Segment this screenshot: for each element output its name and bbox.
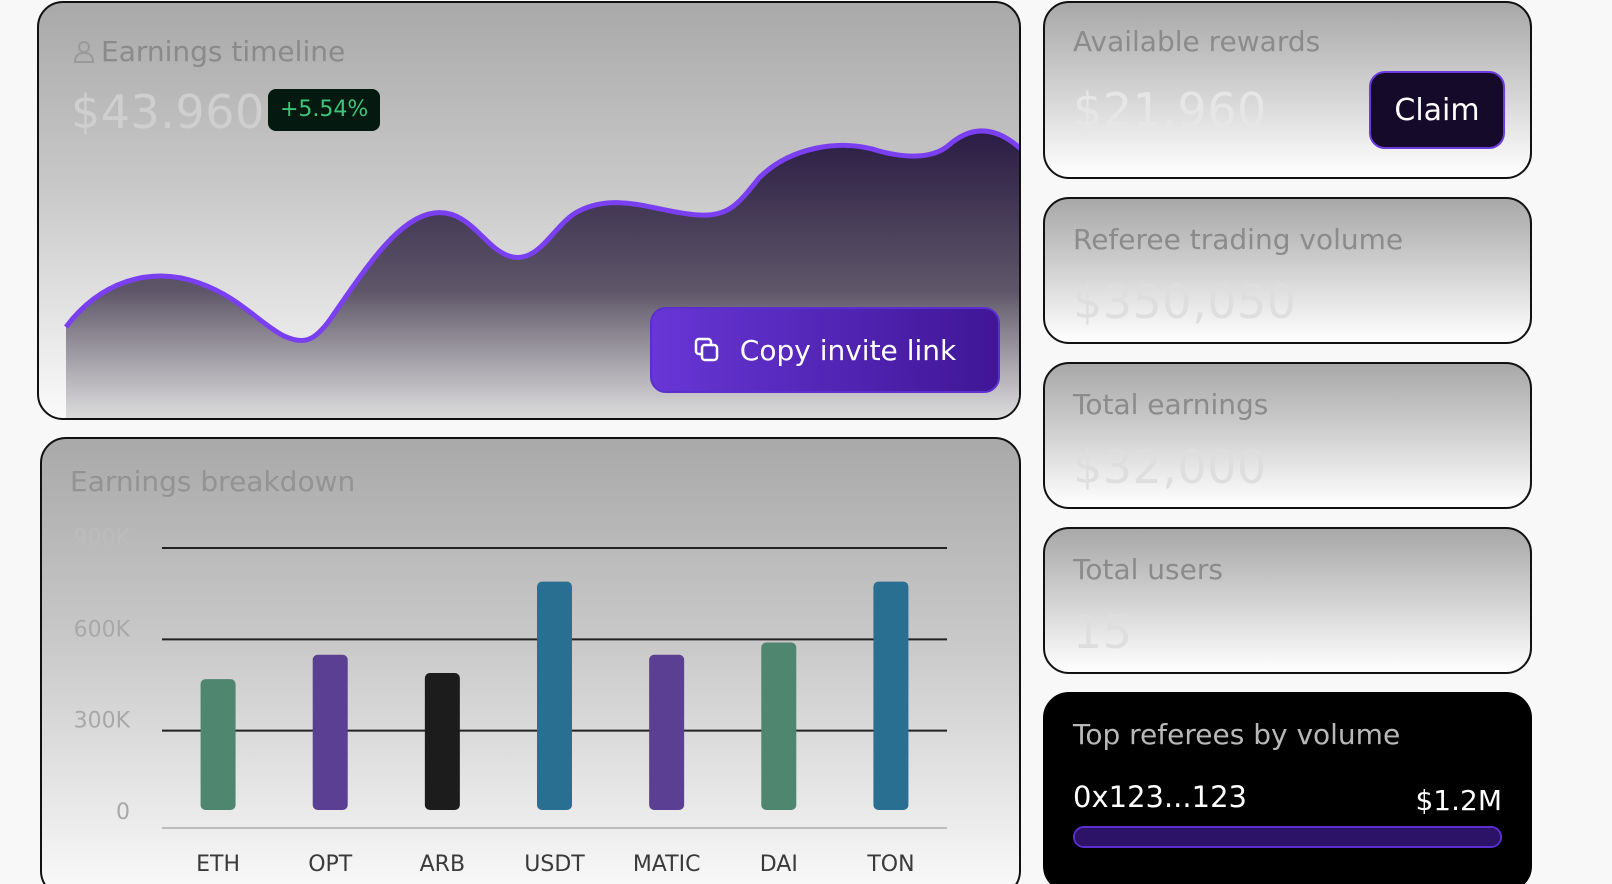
copy-icon: [694, 337, 719, 362]
total-earnings-card: Total earnings $32,000: [1043, 362, 1532, 509]
x-tick-label: ETH: [196, 852, 240, 877]
referee-volume-bar: [1073, 826, 1502, 848]
referee-row[interactable]: 0x123...123 $1.2M: [1073, 780, 1502, 817]
x-tick-label: OPT: [308, 852, 353, 877]
top-referees-card: Top referees by volume 0x123...123 $1.2M: [1043, 692, 1532, 884]
referee-volume-bar-fill: [1075, 828, 1500, 846]
bar-arb[interactable]: [424, 673, 460, 810]
copy-invite-link-button[interactable]: Copy invite link: [650, 307, 1000, 393]
referee-address: 0x123...123: [1073, 780, 1247, 814]
earnings-timeline-card: Earnings timeline $43.960 +5.54% Copy in…: [37, 1, 1021, 420]
bar-matic[interactable]: [649, 654, 685, 810]
referee-volume-card: Referee trading volume $350,050: [1043, 197, 1532, 344]
available-rewards-value: $21.960: [1073, 83, 1267, 137]
bar-ton[interactable]: [873, 581, 909, 810]
referee-volume-title: Referee trading volume: [1073, 223, 1404, 256]
x-tick-label: USDT: [524, 852, 585, 877]
top-referees-title: Top referees by volume: [1073, 718, 1401, 751]
earnings-amount: $43.960: [71, 85, 265, 139]
bar-eth[interactable]: [200, 679, 236, 810]
claim-button[interactable]: Claim: [1369, 71, 1505, 149]
earnings-timeline-label: Earnings timeline: [101, 35, 346, 68]
bar-usdt[interactable]: [537, 581, 572, 810]
copy-invite-link-label: Copy invite link: [739, 333, 957, 367]
bar-opt[interactable]: [312, 654, 348, 810]
earnings-breakdown-chart: 0 300K 600K 900K ETH OPT ARB USDT MATIC DAI TON: [74, 526, 947, 877]
available-rewards-title: Available rewards: [1073, 25, 1321, 58]
total-earnings-title: Total earnings: [1073, 388, 1269, 421]
y-tick-label: 300K: [74, 709, 131, 734]
y-tick-label: 900K: [74, 526, 131, 551]
x-tick-label: TON: [866, 852, 914, 877]
total-users-card: Total users 15: [1043, 527, 1532, 674]
y-tick-label: 600K: [74, 617, 131, 642]
y-tick-label: 0: [116, 800, 130, 825]
bar-dai[interactable]: [761, 642, 797, 810]
earnings-breakdown-card: Earnings breakdown 0 300K 600K 900K ETH OPT AR…: [40, 437, 1021, 884]
earnings-timeline-title: Earnings timeline: [73, 35, 345, 68]
x-tick-label: MATIC: [633, 852, 701, 877]
total-users-value: 15: [1073, 605, 1133, 659]
x-tick-label: ARB: [420, 852, 465, 877]
total-users-title: Total users: [1073, 553, 1223, 586]
referee-volume: $1.2M: [1415, 784, 1502, 817]
total-earnings-value: $32,000: [1073, 440, 1267, 494]
available-rewards-card: Available rewards $21.960 Claim: [1043, 1, 1532, 179]
x-tick-label: DAI: [760, 852, 798, 877]
referee-volume-value: $350,050: [1073, 275, 1297, 329]
user-icon: [73, 40, 95, 63]
change-badge: +5.54%: [268, 89, 381, 131]
